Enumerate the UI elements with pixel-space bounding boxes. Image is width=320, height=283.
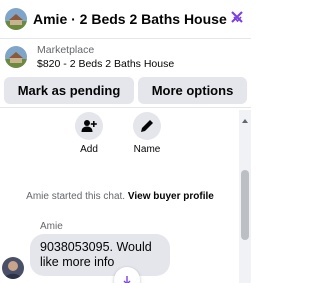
house-thumbnail-icon (5, 8, 27, 30)
chat-header: Amie · 2 Beds 2 Baths House (0, 0, 251, 38)
conversation-title: Amie · 2 Beds 2 Baths House (33, 11, 227, 27)
conversation-title-button[interactable]: Amie · 2 Beds 2 Baths House (33, 11, 251, 27)
more-options-button[interactable]: More options (138, 77, 247, 104)
listing-thumbnail (5, 46, 27, 68)
chat-started-notice: Amie started this chat. View buyer profi… (0, 191, 240, 202)
add-person-icon (75, 112, 103, 140)
marketplace-label: Marketplace (37, 44, 95, 56)
message-sender: Amie (40, 221, 63, 232)
marketplace-listing[interactable]: Marketplace $820 - 2 Beds 2 Baths House (0, 39, 251, 75)
message-bubble[interactable]: 9038053095. Would like more info (30, 234, 170, 276)
mark-as-pending-button[interactable]: Mark as pending (4, 77, 134, 104)
arrow-down-icon (123, 276, 131, 283)
pencil-icon (133, 112, 161, 140)
name-label: Name (133, 144, 161, 155)
system-message: Amie started this chat. (26, 191, 126, 202)
add-label: Add (80, 144, 98, 155)
actions-divider (0, 107, 251, 108)
scroll-up-arrow-icon[interactable] (241, 112, 249, 123)
add-contact-action[interactable]: Add (69, 112, 109, 155)
avatar[interactable] (2, 257, 24, 279)
name-contact-action[interactable]: Name (127, 112, 167, 155)
house-thumbnail-icon (5, 46, 27, 68)
view-buyer-profile-link[interactable]: View buyer profile (128, 191, 214, 202)
close-icon[interactable] (229, 9, 245, 25)
listing-title: $820 - 2 Beds 2 Baths House (37, 58, 175, 70)
scrollbar-thumb[interactable] (241, 170, 249, 240)
chat-area: Add Name Amie started this chat. View bu… (0, 109, 251, 283)
listing-avatar[interactable] (5, 8, 27, 30)
